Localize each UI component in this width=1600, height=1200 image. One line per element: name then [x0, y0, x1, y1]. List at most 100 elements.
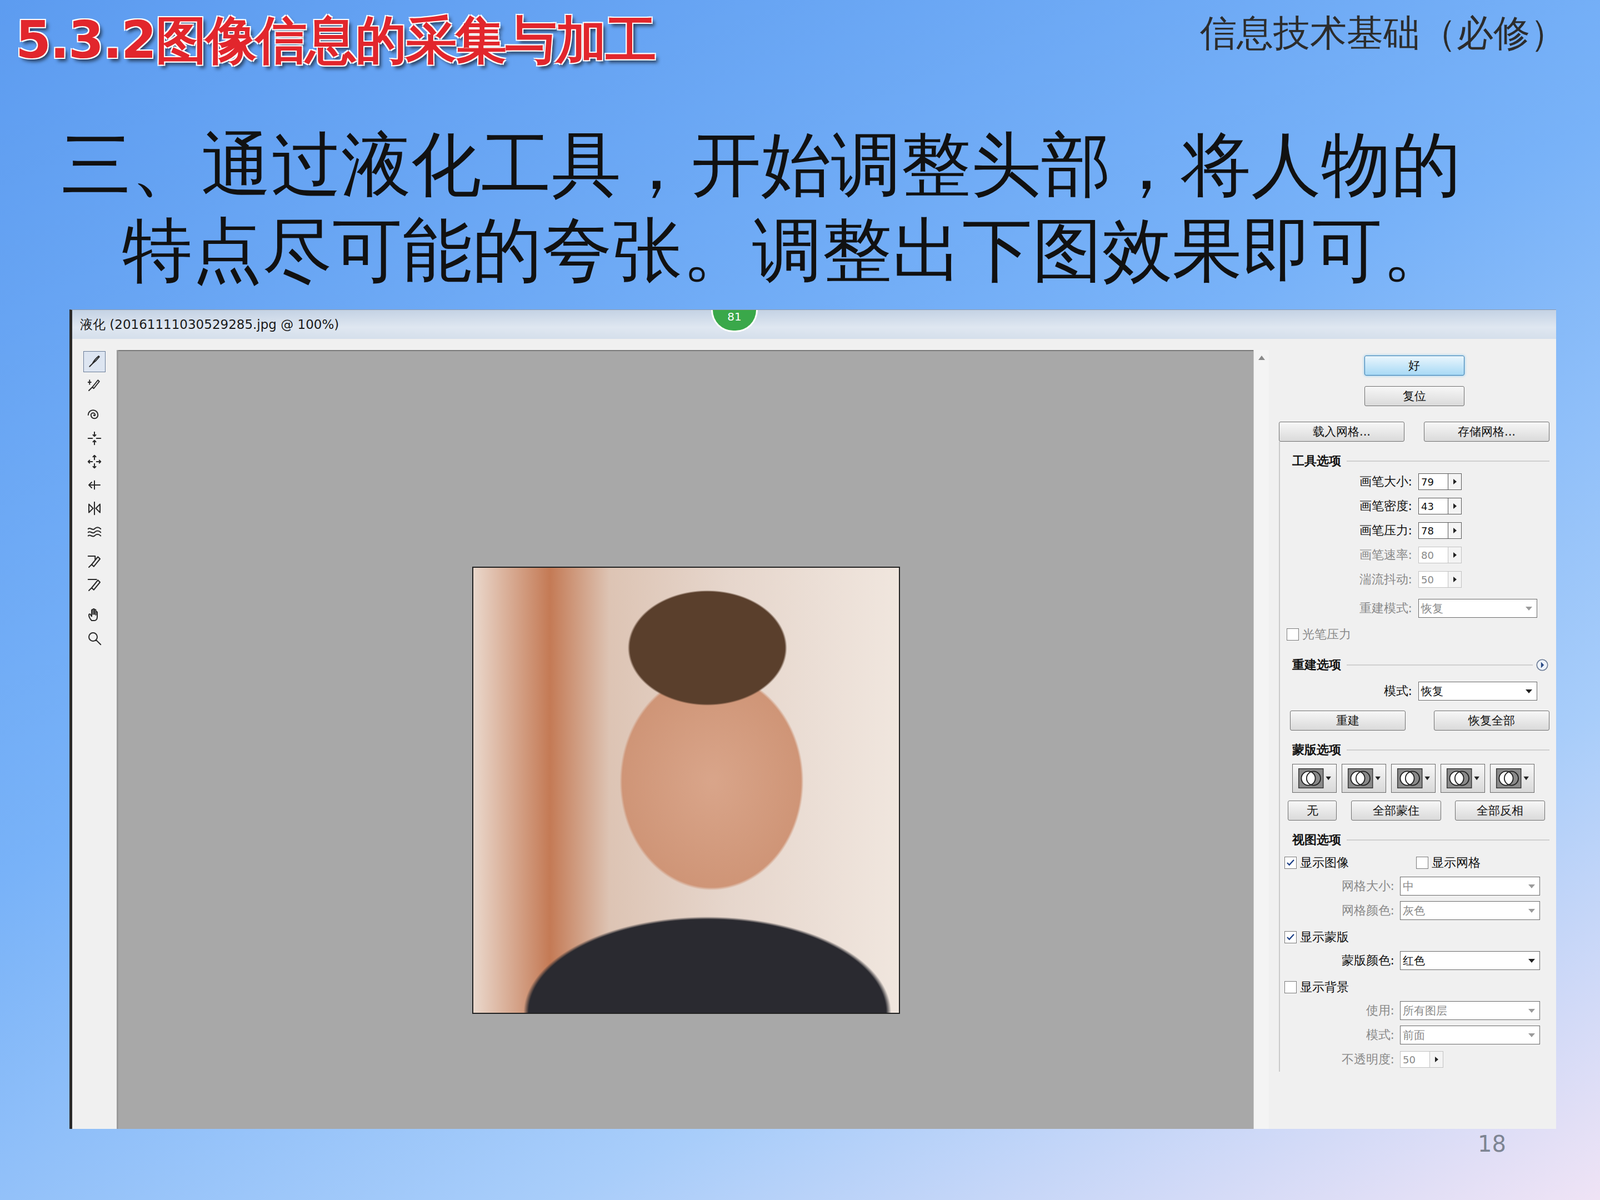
option-label: 画笔压力: [1280, 522, 1413, 539]
option-label: 画笔密度: [1280, 497, 1413, 515]
slide-header: 5.3.2图像信息的采集与加工信息技术基础（必修） [0, 0, 1600, 73]
tool-button[interactable] [83, 497, 106, 519]
mask-button[interactable]: 全部反相 [1455, 800, 1545, 821]
option-label: 使用: [1280, 1002, 1395, 1019]
option-row: 不透明度:50 [1280, 1047, 1550, 1072]
hand-icon [86, 606, 103, 624]
preview-canvas[interactable] [118, 350, 1254, 1129]
option-row: 画笔速率:80 [1280, 542, 1550, 568]
section-title: 5.3.2图像信息的采集与加工 [15, 12, 656, 69]
dropdown: 恢复 [1418, 598, 1538, 618]
mask-mode-button[interactable] [1490, 763, 1535, 793]
number-field[interactable]: 78 [1418, 522, 1550, 539]
tool-button[interactable] [83, 627, 106, 649]
reconstruct-icon [86, 376, 103, 394]
photo [472, 566, 900, 1014]
option-label: 模式: [1280, 682, 1413, 700]
twirl-icon [86, 406, 103, 424]
group-heading: 工具选项 [1280, 452, 1550, 470]
scroll-up-icon[interactable] [1258, 355, 1265, 360]
tool-button[interactable] [83, 451, 106, 473]
option-label: 画笔速率: [1280, 546, 1413, 564]
mask-button[interactable]: 全部蒙住 [1351, 800, 1442, 821]
checkbox-row: 显示蒙版 [1280, 926, 1550, 949]
checkbox-row: 显示背景 [1280, 976, 1550, 999]
option-row: 画笔大小: 79 [1280, 469, 1550, 494]
dropdown[interactable]: 红色 [1400, 951, 1540, 970]
mask-mode-button[interactable] [1440, 763, 1485, 793]
checkbox[interactable]: 显示图像 [1284, 851, 1349, 874]
number-field[interactable]: 43 [1418, 497, 1550, 515]
mask-mode-button[interactable] [1391, 763, 1436, 793]
push-left-icon [86, 476, 103, 494]
checkbox[interactable]: 显示蒙版 [1284, 926, 1349, 949]
option-row: 蒙版颜色: 红色 [1280, 948, 1550, 973]
tool-button[interactable] [83, 551, 106, 573]
scrollbar[interactable] [1253, 350, 1269, 1129]
mask-buttons: 无全部蒙住全部反相 [1280, 800, 1550, 821]
reconstruct-button[interactable]: 恢复全部 [1433, 710, 1550, 731]
freeze-mask-icon [86, 553, 103, 570]
checkbox[interactable]: 显示网格 [1416, 851, 1550, 874]
tool-button[interactable] [83, 374, 106, 396]
tool-button[interactable] [83, 604, 106, 626]
tool-button[interactable] [83, 404, 106, 426]
tool-button[interactable] [83, 351, 106, 373]
number-field: 50 [1400, 1051, 1550, 1068]
panel-menu-icon[interactable] [1535, 657, 1550, 673]
title-bar: 液化 (20161111030529285.jpg @ 100%)81 [72, 310, 1557, 339]
mask-mode-button[interactable] [1292, 763, 1337, 793]
warp-icon [86, 353, 103, 370]
thaw-mask-icon [86, 576, 103, 594]
mesh-button[interactable]: 存储网格... [1423, 421, 1550, 442]
turbulence-icon [86, 523, 103, 540]
dropdown: 中 [1400, 876, 1540, 896]
option-label: 蒙版颜色: [1280, 952, 1395, 969]
reconstruct-button[interactable]: 重建 [1290, 710, 1406, 731]
tool-options: 工具选项画笔大小: 79 画笔密度: 43 画笔压力: 78 画笔速率:80 湍流抖动: 50 重… [1278, 441, 1550, 646]
option-row: 湍流抖动: 50 [1280, 567, 1550, 592]
dropdown: 所有图层 [1400, 1001, 1540, 1020]
instruction-line: 特点尽可能的夸张。调整出下图效果即可。 [0, 207, 1600, 294]
mask-mode-icon [1346, 766, 1382, 791]
reconstruct-buttons: 重建 恢复全部 [1280, 710, 1550, 731]
dropdown[interactable]: 恢复 [1418, 681, 1538, 701]
slide: 5.3.2图像信息的采集与加工信息技术基础（必修） 三、通过液化工具，开始调整头部… [0, 0, 1600, 1200]
mask-mode-icon [1445, 766, 1481, 791]
mask-mode-button[interactable] [1341, 763, 1387, 793]
option-row: 使用: 所有图层 [1280, 998, 1550, 1023]
group-heading: 视图选项 [1280, 831, 1550, 849]
dropdown: 灰色 [1400, 901, 1540, 920]
number-field: 50 [1418, 571, 1550, 588]
mask-button[interactable]: 无 [1287, 800, 1337, 821]
page-number: 18 [1477, 1131, 1507, 1157]
pucker-icon [86, 430, 103, 447]
option-row: 网格颜色:灰色 [1280, 898, 1550, 923]
tool-button[interactable] [83, 521, 106, 543]
view-options: 视图选项显示图像 显示网格网格大小: 中网格颜色:灰色显示蒙版蒙版颜色: 红色显示背景… [1278, 820, 1550, 1072]
tool-button[interactable] [83, 474, 106, 496]
reset-button[interactable]: 复位 [1364, 386, 1465, 407]
option-row: 画笔密度: 43 [1280, 493, 1550, 519]
instruction: 三、通过液化工具，开始调整头部，将人物的特点尽可能的夸张。调整出下图效果即可。 [0, 122, 1600, 294]
options-panel: 好复位载入网格... 存储网格... 工具选项画笔大小: 79 画笔密度: 43 画笔压力:… [1272, 350, 1557, 1129]
option-label: 湍流抖动: [1280, 571, 1413, 588]
ok-button[interactable]: 好 [1364, 355, 1465, 376]
checkbox-row: 显示图像 显示网格 [1280, 851, 1550, 874]
mask-mode-icon [1395, 766, 1432, 791]
group-heading: 蒙版选项 [1280, 741, 1550, 759]
mesh-button[interactable]: 载入网格... [1278, 421, 1405, 442]
tool-button[interactable] [83, 427, 106, 449]
option-label: 网格大小: [1280, 877, 1395, 895]
window-title: 液化 (20161111030529285.jpg @ 100%) [80, 316, 339, 334]
number-field[interactable]: 79 [1418, 473, 1550, 490]
option-row: 网格大小: 中 [1280, 873, 1550, 899]
checkbox[interactable]: 显示背景 [1284, 976, 1349, 999]
tool-button[interactable] [83, 574, 106, 596]
option-row: 重建模式:恢复 [1280, 596, 1550, 621]
check-icon [1285, 857, 1296, 868]
option-label: 画笔大小: [1280, 473, 1413, 490]
liquify-window: 液化 (20161111030529285.jpg @ 100%)81 好复位载入… [69, 309, 1557, 1129]
option-label: 模式: [1280, 1026, 1395, 1044]
reconstruct-options: 重建选项模式:恢复重建恢复全部 [1278, 645, 1550, 731]
